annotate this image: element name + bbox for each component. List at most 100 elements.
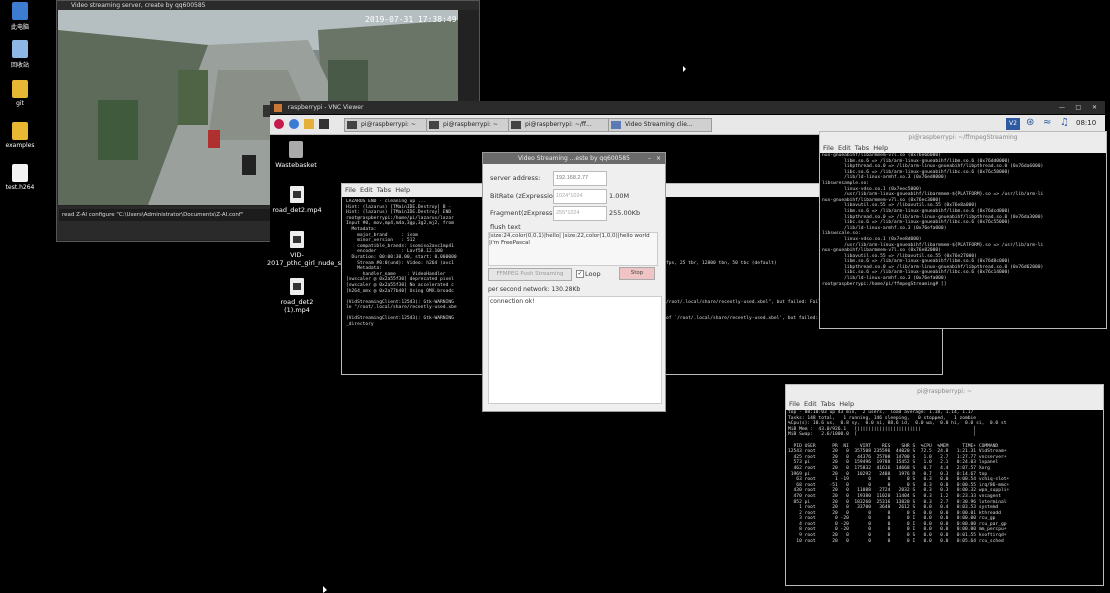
app-icon	[611, 121, 621, 129]
menu-edit[interactable]: Edit	[804, 400, 817, 408]
terminal-title-text: pi@raspberrypi: ~/ffmpegStreaming	[908, 134, 1018, 141]
recycle-bin-icon	[12, 40, 28, 58]
pi-desktop-road-det2[interactable]: road_det2.mp4	[267, 186, 327, 214]
terminal-title[interactable]: pi@raspberrypi: ~	[786, 385, 1103, 399]
pi-desktop-icon-label: Wastebasket	[275, 161, 317, 169]
menu-file[interactable]: File	[789, 400, 800, 408]
terminal-launcher-icon[interactable]	[319, 119, 329, 129]
taskbar-item-video-client[interactable]: Video Streaming clie...	[608, 118, 712, 132]
menu-tabs[interactable]: Tabs	[855, 144, 869, 152]
computer-icon	[12, 2, 28, 20]
volume-icon[interactable]: ♫	[1060, 117, 1069, 128]
menu-edit[interactable]: Edit	[360, 186, 373, 194]
desktop-icon-examples[interactable]: examples	[2, 122, 38, 149]
minimize-icon[interactable]: —	[1059, 101, 1065, 114]
desktop-icon-label: git	[16, 100, 24, 107]
server-address-label: server address:	[490, 174, 541, 182]
terminal-icon	[429, 121, 439, 129]
pi-desktop-wastebasket[interactable]: Wastebasket	[266, 141, 326, 169]
vnc-titlebar[interactable]: raspberrypi - VNC Viewer — □ ✕	[270, 101, 1105, 114]
taskbar-item-label: pi@raspberrypi: ~/ff...	[525, 121, 592, 128]
maximize-icon[interactable]: □	[1075, 101, 1081, 114]
fragment-input[interactable]	[553, 206, 607, 221]
pi-desktop-road-det2-1[interactable]: road_det2 (1).mp4	[267, 278, 327, 314]
terminal-window-ffmpeg[interactable]: pi@raspberrypi: ~/ffmpegStreaming File E…	[819, 131, 1107, 329]
terminal-line: _directory	[346, 322, 374, 328]
taskbar-item-label: pi@raspberrypi: ~	[361, 121, 416, 128]
clock: 08:10	[1076, 119, 1097, 127]
fragment-display: 255.00Kb	[609, 209, 641, 217]
terminal-icon	[347, 121, 357, 129]
loop-checkbox[interactable]: ✓	[576, 270, 584, 278]
stop-button[interactable]: Stop	[619, 267, 655, 280]
menu-tabs[interactable]: Tabs	[821, 400, 835, 408]
raspberry-menu-icon[interactable]	[274, 119, 284, 129]
menu-edit[interactable]: Edit	[838, 144, 851, 152]
wifi-icon[interactable]: ≈	[1043, 117, 1051, 128]
loop-label: Loop	[585, 270, 601, 278]
network-speed-label: per second network: 130.28Kb	[488, 286, 581, 293]
wastebasket-icon	[289, 141, 303, 158]
terminal-output: top - 08:10:03 up 43 min, 2 users, load …	[786, 410, 1103, 582]
file-manager-icon[interactable]	[304, 119, 314, 129]
terminal-window-top[interactable]: pi@raspberrypi: ~ File Edit Tabs Help to…	[785, 384, 1104, 586]
menu-file[interactable]: File	[823, 144, 834, 152]
bitrate-display: 1.00M	[609, 192, 630, 200]
pi-desktop-vid-2017[interactable]: VID-2017_pthc_girl_nude_sh...	[267, 231, 351, 267]
video-streaming-client-dialog[interactable]: Video Streaming ...este by qq600585 – × …	[482, 152, 666, 412]
close-icon[interactable]: ✕	[1092, 101, 1097, 114]
video-file-icon	[290, 231, 304, 248]
dialog-titlebar[interactable]: Video Streaming ...este by qq600585 – ×	[483, 153, 665, 164]
menu-tabs[interactable]: Tabs	[377, 186, 391, 194]
desktop-icon-label: 此电脑	[10, 24, 29, 31]
menu-help[interactable]: Help	[395, 186, 410, 194]
terminal-line: 10 root 20 0 0 0 0 I 0.0 0.0 0:05.64 rcu…	[788, 538, 1004, 544]
pi-desktop-icon-label: VID-2017_pthc_girl_nude_sh...	[267, 251, 352, 267]
desktop-icon-this-pc[interactable]: 此电脑	[2, 2, 38, 31]
flush-text-area[interactable]: |size:24,color(0,0,1)|hello| |size:22,co…	[488, 232, 658, 266]
terminal-line: root@raspberrypi:/home/pi/ffmpegStreamin…	[822, 281, 947, 287]
video-timestamp: 2019-07-31 17:38:49	[365, 15, 457, 24]
folder-icon	[12, 122, 28, 140]
menu-help[interactable]: Help	[839, 400, 854, 408]
taskbar-item-terminal-3[interactable]: pi@raspberrypi: ~/ff...	[508, 118, 622, 132]
minimize-icon[interactable]: –	[648, 153, 651, 164]
dialog-title: Video Streaming ...este by qq600585	[518, 155, 630, 162]
desktop-icon-label: 回收站	[10, 62, 29, 69]
vnc-logo-icon	[274, 103, 282, 112]
terminal-title[interactable]: pi@raspberrypi: ~/ffmpegStreaming	[820, 132, 1106, 143]
desktop-icon-test-h264[interactable]: test.h264	[2, 164, 38, 191]
vnc-viewer-window[interactable]: raspberrypi - VNC Viewer — □ ✕ pi@raspbe…	[267, 101, 1107, 587]
browser-icon[interactable]	[289, 119, 299, 129]
terminal-title-text: pi@raspberrypi: ~	[917, 388, 972, 395]
vnc-server-badge[interactable]: V2	[1006, 118, 1020, 130]
bitrate-input[interactable]	[553, 189, 607, 204]
flush-text-label: flush text	[490, 223, 521, 231]
video-file-icon	[290, 186, 304, 203]
ffmpeg-push-streaming-button[interactable]: FFMPEG Push Streaming	[488, 268, 572, 281]
file-icon	[12, 164, 28, 182]
fragment-label: Fragment(zExpressi	[490, 209, 555, 217]
terminal-icon	[511, 121, 521, 129]
close-icon[interactable]: ×	[656, 153, 661, 164]
terminal-menubar: File Edit Tabs Help	[786, 399, 1103, 410]
bluetooth-icon[interactable]: ⊛	[1026, 117, 1034, 128]
desktop-icon-label: examples	[5, 142, 35, 149]
mouse-pointer-icon-2	[323, 586, 327, 593]
menu-help[interactable]: Help	[873, 144, 888, 152]
pi-desktop-icon-label: road_det2 (1).mp4	[280, 298, 314, 314]
server-address-input[interactable]	[553, 171, 607, 186]
terminal-output: LAZARUS END - cleaning up ... Hint: (laza…	[344, 199, 486, 371]
bitrate-label: BitRate (zExpressio	[490, 192, 553, 200]
desktop-icon-git[interactable]: git	[2, 80, 38, 107]
terminal-output: nux-gnueabihf/libarmmem-v7l.so (0x76e6b0…	[820, 153, 1106, 325]
desktop-icon-label: test.h264	[5, 184, 35, 191]
vnc-title: raspberrypi - VNC Viewer	[287, 104, 364, 111]
connection-log: connection ok!	[488, 296, 662, 404]
video-window-title: Video streaming server, create by qq6005…	[71, 2, 206, 9]
desktop-icon-recycle-bin[interactable]: 回收站	[2, 40, 38, 69]
mouse-pointer-icon	[683, 66, 686, 72]
menu-file[interactable]: File	[345, 186, 356, 194]
terminal-menubar: File Edit Tabs Help	[820, 143, 1106, 153]
video-window-titlebar[interactable]: Video streaming server, create by qq6005…	[57, 1, 479, 10]
